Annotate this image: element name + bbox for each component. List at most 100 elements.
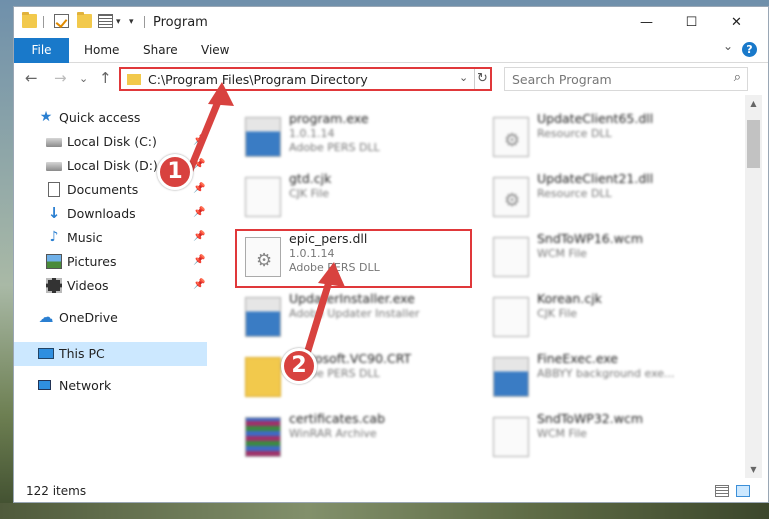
close-button[interactable]: ✕	[714, 7, 759, 38]
step-badge-1: 1	[157, 154, 193, 190]
rename-icon[interactable]	[98, 14, 113, 28]
file-item[interactable]: Korean.cjk CJK File	[485, 289, 725, 344]
minimize-button[interactable]: —	[624, 7, 669, 38]
back-button[interactable]: ←	[25, 69, 38, 87]
file-type: Resource DLL	[537, 127, 612, 140]
nav-item-onedrive[interactable]: ☁ OneDrive	[14, 306, 207, 330]
file-item[interactable]: SndToWP32.wcm WCM File	[485, 409, 725, 464]
properties-icon[interactable]	[54, 14, 69, 28]
file-name: UpdateClient65.dll	[537, 111, 654, 126]
file-item[interactable]: certificates.cab WinRAR Archive	[237, 409, 477, 464]
nav-item-network[interactable]: Network	[14, 374, 207, 398]
nav-item-quick-access[interactable]: ★ Quick access	[14, 106, 207, 130]
ribbon-tabs: File Home Share View ⌄ ?	[14, 38, 768, 63]
pictures-icon	[46, 254, 62, 269]
file-item[interactable]: gtd.cjk CJK File	[237, 169, 477, 224]
nav-label: OneDrive	[59, 310, 118, 325]
window-title: Program	[153, 15, 208, 30]
nav-label: Network	[59, 378, 112, 393]
computer-icon	[38, 348, 54, 359]
nav-item-local-disk-c[interactable]: Local Disk (C:) 📌	[14, 130, 207, 154]
tab-home[interactable]: Home	[70, 38, 133, 63]
exe-file-icon	[245, 117, 281, 157]
tab-file[interactable]: File	[14, 38, 69, 63]
explorer-window: ▾ ▾ Program — ☐ ✕ File Home Share View ⌄…	[13, 6, 769, 503]
file-type: WinRAR Archive	[289, 427, 377, 440]
pin-icon[interactable]: 📌	[193, 255, 205, 266]
dll-file-icon	[493, 117, 529, 157]
file-item[interactable]: UpdateClient21.dll Resource DLL	[485, 169, 725, 224]
file-type: Adobe Updater Installer	[289, 307, 420, 320]
download-icon: ↓	[47, 204, 61, 222]
file-item[interactable]: UpdateClient65.dll Resource DLL	[485, 109, 725, 164]
pin-icon[interactable]: 📌	[193, 207, 205, 218]
documents-icon	[48, 182, 60, 197]
help-icon[interactable]: ?	[742, 42, 757, 57]
desktop-background	[0, 503, 769, 519]
customize-toolbar-icon[interactable]: ▾	[129, 17, 134, 27]
nav-label: Music	[67, 230, 103, 245]
expand-ribbon-icon[interactable]: ⌄	[723, 39, 733, 53]
star-icon: ★	[39, 109, 53, 125]
nav-label: Documents	[67, 182, 139, 197]
music-icon: ♪	[49, 229, 59, 245]
address-dropdown-icon[interactable]: ⌄	[459, 71, 468, 84]
scroll-down-icon[interactable]: ▼	[745, 461, 762, 478]
nav-item-this-pc[interactable]: This PC	[14, 342, 207, 366]
nav-label: Local Disk (C:)	[67, 134, 157, 149]
navigation-pane: ★ Quick access Local Disk (C:) 📌 Local D…	[14, 95, 207, 478]
file-item[interactable]: SndToWP16.wcm WCM File	[485, 229, 725, 284]
pin-icon[interactable]: 📌	[193, 159, 205, 170]
file-item[interactable]: Microsoft.VC90.CRT Adobe PERS DLL	[237, 349, 477, 404]
large-icons-view-icon[interactable]	[736, 485, 750, 497]
pin-icon[interactable]: 📌	[193, 183, 205, 194]
nav-item-videos[interactable]: Videos 📌	[14, 274, 207, 298]
new-folder-icon[interactable]	[77, 12, 92, 28]
refresh-button[interactable]: ↻	[474, 69, 490, 89]
cloud-icon: ☁	[38, 308, 54, 326]
file-item[interactable]: program.exe 1.0.1.14 Adobe PERS DLL	[237, 109, 477, 164]
chevron-down-icon[interactable]: ▾	[116, 17, 121, 27]
pin-icon[interactable]: 📌	[193, 279, 205, 290]
file-type: WCM File	[537, 427, 587, 440]
file-name: program.exe	[289, 111, 369, 126]
up-button[interactable]: ↑	[99, 69, 112, 87]
search-icon[interactable]: ⌕	[734, 70, 741, 85]
folder-icon	[245, 357, 281, 397]
file-name: FineExec.exe	[537, 351, 618, 366]
blank-file-icon	[245, 177, 281, 217]
search-input[interactable]: Search Program ⌕	[504, 67, 748, 91]
nav-item-pictures[interactable]: Pictures 📌	[14, 250, 207, 274]
nav-item-downloads[interactable]: ↓ Downloads 📌	[14, 202, 207, 226]
file-item[interactable]: UpdaterInstaller.exe Adobe Updater Insta…	[237, 289, 477, 344]
pin-icon[interactable]: 📌	[193, 231, 205, 242]
vertical-scrollbar[interactable]: ▲ ▼	[745, 95, 762, 478]
item-count: 122 items	[26, 484, 87, 498]
details-view-icon[interactable]	[715, 485, 729, 497]
recent-locations-button[interactable]: ⌄	[79, 72, 88, 85]
file-type: WCM File	[537, 247, 587, 260]
scrollbar-thumb[interactable]	[747, 120, 760, 168]
folder-icon	[22, 12, 37, 28]
title-bar: ▾ ▾ Program — ☐ ✕	[14, 7, 768, 38]
blank-file-icon	[493, 417, 529, 457]
separator	[144, 16, 145, 28]
nav-item-music[interactable]: ♪ Music 📌	[14, 226, 207, 250]
scroll-up-icon[interactable]: ▲	[745, 95, 762, 112]
nav-label: Local Disk (D:)	[67, 158, 158, 173]
dll-file-icon	[493, 177, 529, 217]
forward-button[interactable]: →	[54, 69, 67, 87]
status-bar: 122 items	[14, 478, 768, 502]
blank-file-icon	[493, 297, 529, 337]
file-version: 1.0.1.14	[289, 127, 335, 140]
pin-icon[interactable]: 📌	[193, 135, 205, 146]
address-bar[interactable]: C:\Program Files\Program Directory ⌄ ↻	[119, 67, 492, 91]
tab-view[interactable]: View	[187, 38, 243, 63]
address-path[interactable]: C:\Program Files\Program Directory	[148, 72, 368, 87]
file-item[interactable]: FineExec.exe ABBYY background exe...	[485, 349, 725, 404]
nav-label: This PC	[59, 346, 105, 361]
file-name: gtd.cjk	[289, 171, 332, 186]
maximize-button[interactable]: ☐	[669, 7, 714, 38]
file-name: Korean.cjk	[537, 291, 602, 306]
tab-share[interactable]: Share	[129, 38, 192, 63]
